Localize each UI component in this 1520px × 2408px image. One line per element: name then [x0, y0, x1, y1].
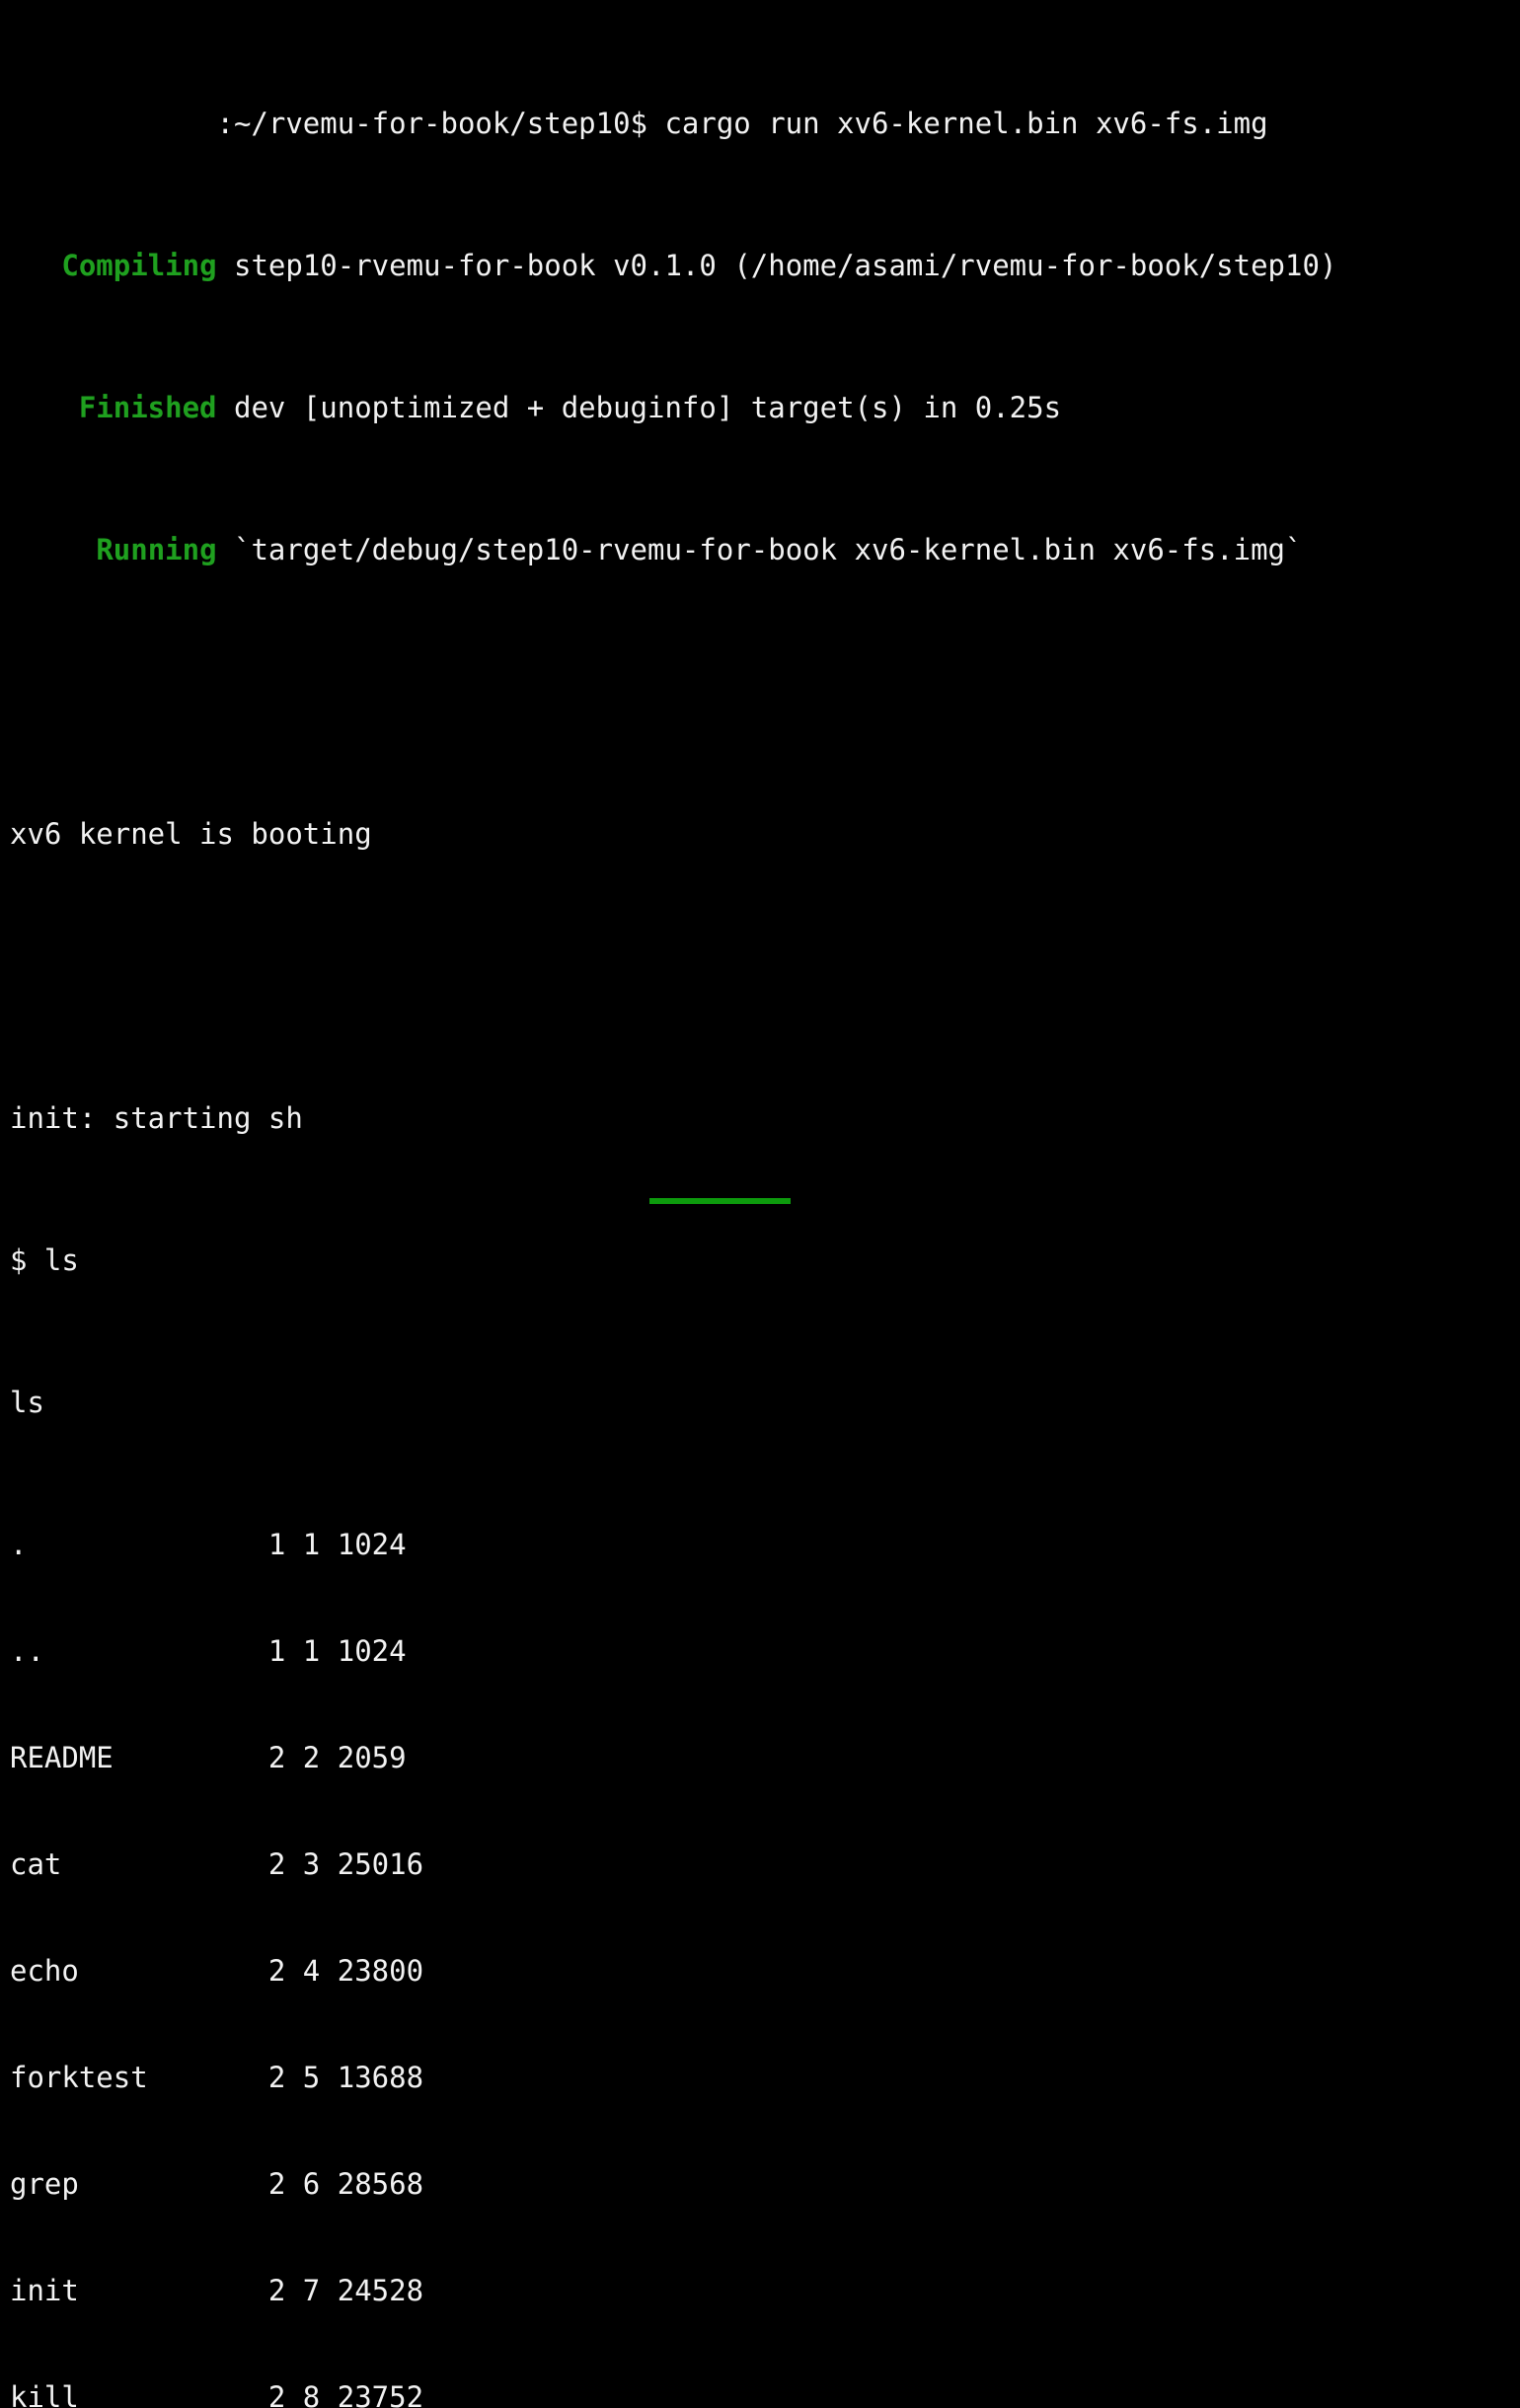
ls-row: grep 2 6 28568 [10, 2167, 424, 2201]
ls-row: echo 2 4 23800 [10, 1954, 424, 1988]
cargo-compiling-line: Compiling step10-rvemu-for-book v0.1.0 (… [10, 248, 1336, 283]
terminal-window[interactable]: :~/rvemu-for-book/step10$ cargo run xv6-… [0, 0, 1520, 2408]
shell-prompt-line: :~/rvemu-for-book/step10$ cargo run xv6-… [10, 107, 1268, 140]
ls-row: . 1 1 1024 [10, 1528, 407, 1561]
ls-row: init 2 7 24528 [10, 2274, 424, 2307]
ls-row: forktest 2 5 13688 [10, 2061, 424, 2094]
cargo-finished-pad [10, 391, 79, 424]
kernel-booting-line: xv6 kernel is booting [10, 817, 372, 851]
cargo-finished-detail: dev [unoptimized + debuginfo] target(s) … [216, 391, 1062, 424]
ls-command-prompt-line: $ ls [10, 1243, 79, 1277]
cargo-running-line: Running `target/debug/step10-rvemu-for-b… [10, 532, 1336, 567]
terminal-screen: :~/rvemu-for-book/step10$ cargo run xv6-… [10, 0, 1336, 2408]
cargo-running-label: Running [96, 533, 217, 566]
ls-row: cat 2 3 25016 [10, 1847, 424, 1881]
ls-row: README 2 2 2059 [10, 1741, 407, 1774]
init-starting-sh-line: init: starting sh [10, 1101, 303, 1135]
cargo-compiling-pad [10, 249, 61, 282]
cargo-running-detail: `target/debug/step10-rvemu-for-book xv6-… [216, 533, 1303, 566]
cargo-compiling-label: Compiling [61, 249, 217, 282]
cargo-finished-label: Finished [78, 391, 217, 424]
ls-command-echo-line: ls [10, 1386, 44, 1419]
blank-line-1 [10, 674, 1336, 710]
cargo-finished-line: Finished dev [unoptimized + debuginfo] t… [10, 390, 1336, 425]
progress-bar-track[interactable] [0, 1198, 1520, 1204]
cargo-running-pad [10, 533, 96, 566]
cargo-compiling-detail: step10-rvemu-for-book v0.1.0 (/home/asam… [216, 249, 1337, 282]
blank-line-2 [10, 958, 1336, 994]
ls-row: .. 1 1 1024 [10, 1634, 407, 1668]
progress-bar-fill [649, 1198, 791, 1204]
ls-row: kill 2 8 23752 [10, 2380, 424, 2408]
